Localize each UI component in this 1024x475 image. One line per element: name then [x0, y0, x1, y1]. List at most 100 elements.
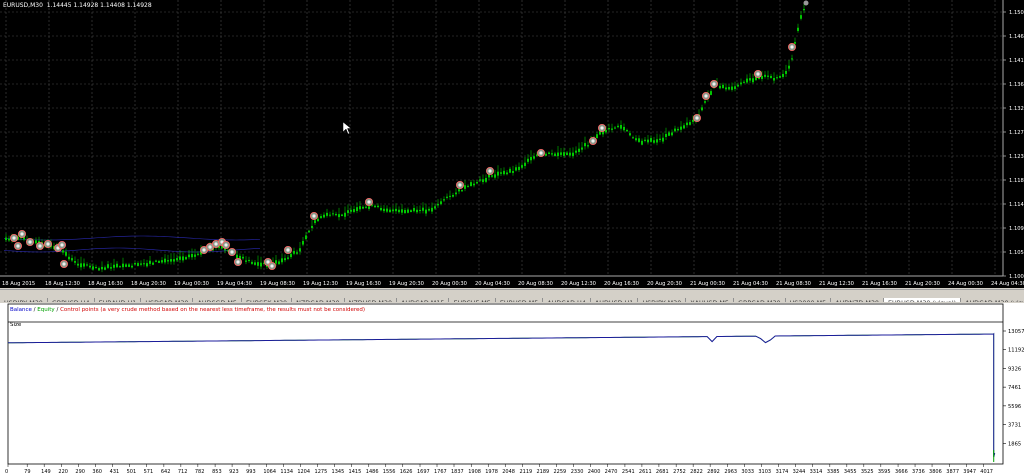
candle-body: [410, 210, 412, 213]
control-points-legend: Control points (a very crude method base…: [60, 307, 366, 313]
candle-body: [416, 209, 418, 213]
candle-body: [578, 148, 580, 152]
tester-y-label: 11192: [1008, 348, 1024, 354]
tab-audcad-h4[interactable]: AUDCAD,H4: [543, 298, 591, 302]
candle-body: [560, 152, 562, 155]
tab-audsgd-m5[interactable]: AUDSGD,M5: [193, 298, 242, 302]
tester-x-label: 1556: [383, 469, 396, 475]
tab-eurchf-m5[interactable]: EURCHF,M5: [449, 298, 496, 302]
candle-body: [665, 133, 667, 137]
tab-eurusd-m30-visual[interactable]: EURUSD,M30 (visual): [883, 298, 962, 302]
candle-body: [170, 259, 172, 262]
candle-body: [503, 170, 505, 175]
tab-nzdusd-m30[interactable]: NZDUSD,M30: [345, 298, 398, 302]
candle-body: [377, 205, 379, 208]
tester-x-label: 3806: [929, 469, 942, 475]
candle-body: [689, 122, 691, 125]
candle-body: [140, 263, 142, 265]
candle-body: [71, 258, 73, 261]
candle-body: [245, 260, 247, 262]
tester-x-label: 3033: [741, 469, 754, 475]
tab-euraud-h1[interactable]: EURAUD,H1: [95, 298, 142, 302]
tester-x-label: 2892: [707, 469, 720, 475]
candle-body: [425, 209, 427, 214]
trade-marker-center: [60, 243, 64, 247]
trade-marker-center: [367, 200, 371, 204]
tester-x-label: 290: [75, 469, 85, 475]
candle-body: [83, 263, 85, 267]
candle-body: [5, 237, 7, 241]
candle-body: [626, 129, 628, 132]
candle-body: [146, 263, 148, 267]
time-axis-label: 19 Aug 12:30: [303, 281, 338, 287]
candle-body: [803, 8, 805, 11]
tab-gbpusd-h4[interactable]: GBPUSD,H4: [48, 298, 95, 302]
tab-us2000-m5[interactable]: US2000,M5: [786, 298, 832, 302]
candle-body: [611, 128, 613, 130]
tab-xauusd-m5[interactable]: XAUUSD,M5: [686, 298, 734, 302]
tab-nzdcad-m30[interactable]: NZDCAD,M30: [292, 298, 345, 302]
candle-body: [188, 254, 190, 258]
trade-marker-center: [539, 151, 543, 155]
price-chart[interactable]: 1.1505 1.1460 1.1415 1.1369 1.1324 1.1279 1.12…: [0, 0, 1024, 288]
tester-x-label: 3244: [793, 469, 806, 475]
candle-body: [434, 206, 436, 209]
tester-x-label: 923: [229, 469, 239, 475]
candle-body: [344, 212, 346, 217]
candle-body: [341, 214, 343, 217]
tester-x-label: 2822: [690, 469, 703, 475]
tester-x-label: 3595: [878, 469, 891, 475]
candle-body: [101, 266, 103, 270]
tab-audusd-h1[interactable]: AUDUSD,H1: [591, 298, 639, 302]
candle-body: [395, 208, 397, 212]
tester-y-label: 7461: [1008, 385, 1021, 391]
tab-usdcad-m30[interactable]: USDCAD,M30: [141, 298, 194, 302]
candle-body: [260, 262, 262, 267]
price-axis-label: 1.1188: [1009, 178, 1024, 184]
tab-audcad-m15[interactable]: AUDCAD,M15: [397, 298, 450, 302]
candle-body: [509, 168, 511, 173]
tester-x-label: 853: [212, 469, 222, 475]
tester-x-label: 0: [5, 469, 8, 475]
tab-eursek-m30[interactable]: EURSEK,M30: [242, 298, 293, 302]
trade-marker-center: [230, 250, 234, 254]
tester-x-label: 3525: [861, 469, 874, 475]
tab-gbpcad-m30[interactable]: GBPCAD,M30: [734, 298, 786, 302]
candles: [5, 3, 805, 273]
candle-body: [383, 208, 385, 212]
candle-body: [92, 266, 94, 270]
tab-audcad-m30-visual[interactable]: AUDCAD,M30 (visual): [961, 298, 1024, 302]
candle-body: [413, 208, 415, 212]
candle-body: [158, 260, 160, 263]
candle-body: [575, 150, 577, 153]
balance-legend: Balance: [10, 307, 32, 313]
tester-x-label: 1204: [297, 469, 310, 475]
candle-body: [65, 251, 67, 256]
time-axis-label: 18 Aug 16:30: [88, 281, 123, 287]
candle-body: [281, 258, 283, 263]
tester-x-label: 2470: [605, 469, 618, 475]
tester-x-label: 2541: [622, 469, 635, 475]
candle-body: [152, 262, 154, 265]
candle-body: [137, 263, 139, 266]
candle-body: [275, 260, 277, 264]
candle-body: [368, 206, 370, 209]
tab-audnzd-m30[interactable]: AUDNZD,M30: [831, 298, 884, 302]
trade-marker-center: [46, 242, 50, 246]
tester-graph-canvas: 13057 11192 9326 7461 5596 3731 1865 0 79 149 220 2…: [5, 303, 1024, 475]
chart-window[interactable]: 1.1505 1.1460 1.1415 1.1369 1.1324 1.1279 1.12…: [0, 0, 1024, 288]
tester-graph: 13057 11192 9326 7461 5596 3731 1865 0 79 149 220 2…: [0, 303, 1024, 475]
candle-body: [308, 230, 310, 233]
trade-marker-center: [600, 126, 604, 130]
tab-eurusd-m5[interactable]: EURUSD,M5: [496, 298, 544, 302]
candle-body: [464, 185, 466, 189]
candle-body: [359, 206, 361, 210]
candle-body: [704, 101, 706, 103]
candle-body: [572, 152, 574, 157]
candle-body: [353, 209, 355, 212]
candle-body: [656, 139, 658, 143]
tab-usdjpy-m30[interactable]: USDJPY,M30: [0, 298, 48, 302]
tab-usdjpy-m30[interactable]: USDJPY,M30: [638, 298, 687, 302]
tester-x-label: 3736: [912, 469, 925, 475]
candle-body: [497, 171, 499, 176]
